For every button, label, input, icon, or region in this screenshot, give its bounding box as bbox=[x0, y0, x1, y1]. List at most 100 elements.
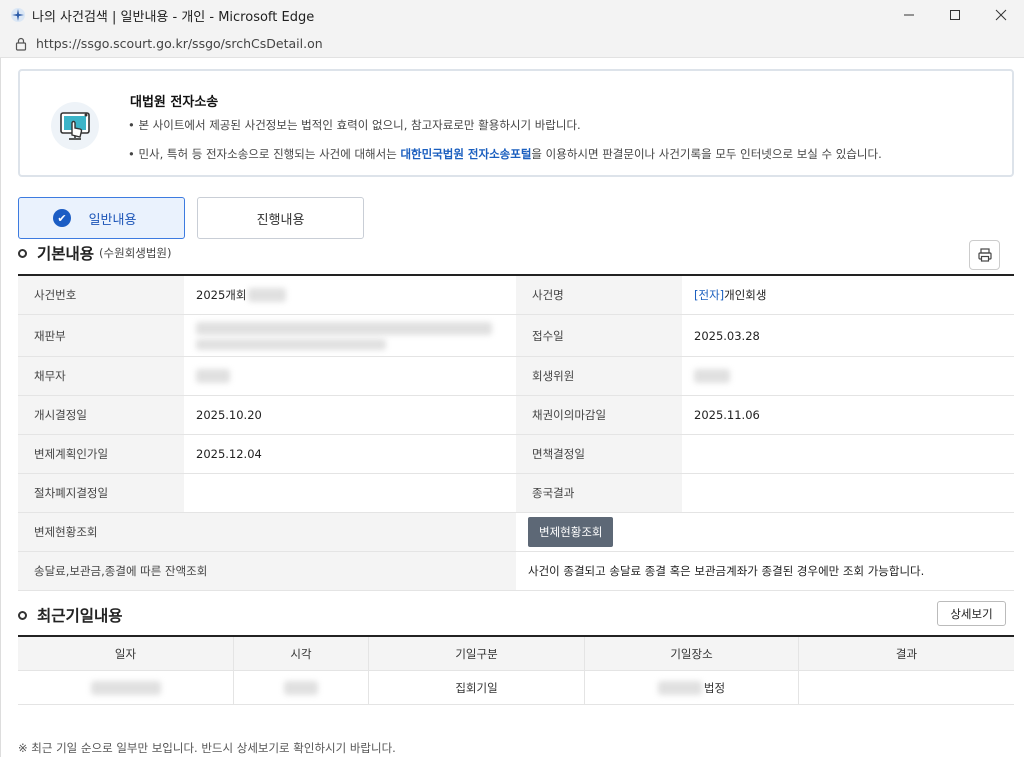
repayment-status-button[interactable]: 변제현황조회 bbox=[528, 517, 614, 547]
table-row: 송달료,보관금,종결에 따른 잔액조회 사건이 종결되고 송달료 종결 혹은 보… bbox=[18, 552, 1014, 591]
maximize-button[interactable] bbox=[932, 0, 978, 30]
table-row: 사건번호 2025개회 사건명 [전자] 개인회생 bbox=[18, 276, 1014, 315]
label-discharge-date: 면책결정일 bbox=[516, 435, 682, 473]
col-date: 일자 bbox=[18, 637, 234, 671]
value-court-division bbox=[184, 315, 516, 356]
lock-icon bbox=[15, 37, 27, 51]
basic-section-header: 기본내용 (수원회생법원) bbox=[18, 242, 172, 264]
recent-section-header: 최근기일내용 bbox=[18, 604, 123, 626]
tab-general[interactable]: ✔ 일반내용 bbox=[18, 197, 185, 239]
notice-title: 대법원 전자소송 bbox=[130, 95, 219, 110]
col-type: 기일구분 bbox=[369, 637, 585, 671]
value-case-number: 2025개회 bbox=[184, 276, 516, 314]
value-receipt-date: 2025.03.28 bbox=[682, 315, 1014, 356]
table-row: 집회기일 법정 bbox=[18, 671, 1014, 705]
value-balance-inquiry: 사건이 종결되고 송달료 종결 혹은 보관금계좌가 종결된 경우에만 조회 가능… bbox=[516, 552, 1014, 590]
redacted-block bbox=[657, 680, 702, 695]
value-debtor bbox=[184, 357, 516, 395]
label-commencement-date: 개시결정일 bbox=[18, 396, 184, 434]
redacted-block bbox=[90, 680, 161, 695]
check-circle-icon: ✔ bbox=[53, 209, 71, 227]
redacted-block bbox=[196, 369, 230, 383]
print-button[interactable] bbox=[969, 240, 1000, 270]
recent-section-title: 최근기일내용 bbox=[37, 607, 123, 625]
maximize-icon bbox=[950, 10, 960, 20]
cell-date bbox=[18, 671, 234, 705]
cell-result bbox=[799, 671, 1014, 705]
notice-line-2-post: 을 이용하시면 판결문이나 사건기록을 모두 인터넷으로 보실 수 있습니다. bbox=[531, 147, 882, 161]
redacted-block bbox=[284, 680, 318, 695]
minimize-button[interactable] bbox=[886, 0, 932, 30]
court-name: (수원회생법원) bbox=[99, 246, 172, 260]
label-repayment-status: 변제현황조회 bbox=[18, 513, 516, 551]
bullet-icon bbox=[18, 248, 27, 258]
value-commencement-date: 2025.10.20 bbox=[184, 396, 516, 434]
case-number-text: 2025개회 bbox=[196, 288, 247, 302]
tab-general-label: 일반내용 bbox=[88, 212, 137, 228]
table-row: 재판부 접수일 2025.03.28 bbox=[18, 315, 1014, 357]
value-discharge-date bbox=[682, 435, 1014, 473]
footnote: ※ 최근 기일 순으로 일부만 보입니다. 반드시 상세보기로 확인하시기 바랍… bbox=[18, 741, 396, 755]
table-row: 변제현황조회 변제현황조회 bbox=[18, 513, 1014, 552]
url-text[interactable]: https://ssgo.scourt.go.kr/ssgo/srchCsDet… bbox=[36, 36, 323, 51]
close-icon bbox=[995, 9, 1007, 21]
label-case-name: 사건명 bbox=[516, 276, 682, 314]
col-result: 결과 bbox=[799, 637, 1014, 671]
table-row: 변제계획인가일 2025.12.04 면책결정일 bbox=[18, 435, 1014, 474]
cell-type: 집회기일 bbox=[369, 671, 585, 705]
value-abolition-date bbox=[184, 474, 516, 512]
minimize-icon bbox=[904, 14, 914, 16]
table-row: 절차폐지결정일 종국결과 bbox=[18, 474, 1014, 513]
notice-line-2: • 민사, 특허 등 전자소송으로 진행되는 사건에 대해서는 대한민국법원 전… bbox=[128, 146, 882, 162]
basic-section-title: 기본내용 bbox=[37, 245, 95, 263]
value-objection-deadline: 2025.11.06 bbox=[682, 396, 1014, 434]
redacted-block bbox=[196, 338, 386, 350]
value-rehabilitation-commissioner bbox=[682, 357, 1014, 395]
col-place: 기일장소 bbox=[585, 637, 799, 671]
redacted-block bbox=[248, 288, 287, 302]
tab-progress-label: 진행내용 bbox=[256, 212, 305, 228]
value-case-name: [전자] 개인회생 bbox=[682, 276, 1014, 314]
label-receipt-date: 접수일 bbox=[516, 315, 682, 356]
place-suffix: 법정 bbox=[703, 680, 726, 695]
col-time: 시각 bbox=[234, 637, 369, 671]
table-row: 개시결정일 2025.10.20 채권이의마감일 2025.11.06 bbox=[18, 396, 1014, 435]
table-header-row: 일자 시각 기일구분 기일장소 결과 bbox=[18, 637, 1014, 671]
redacted-block bbox=[196, 321, 492, 335]
case-name-text: 개인회생 bbox=[724, 288, 767, 302]
page-content: 대법원 전자소송 • 본 사이트에서 제공된 사건정보는 법적인 효력이 없으니… bbox=[0, 58, 1024, 757]
value-repayment-status: 변제현황조회 bbox=[516, 513, 1014, 551]
bullet-icon bbox=[18, 610, 27, 620]
court-logo-icon bbox=[11, 8, 25, 22]
title-bar: 나의 사건검색 | 일반내용 - 개인 - Microsoft Edge bbox=[0, 0, 1024, 30]
browser-window: 나의 사건검색 | 일반내용 - 개인 - Microsoft Edge htt… bbox=[0, 0, 1024, 757]
notice-line-2-pre: • 민사, 특허 등 전자소송으로 진행되는 사건에 대해서는 bbox=[128, 147, 401, 161]
print-icon bbox=[977, 248, 992, 262]
label-final-result: 종국결과 bbox=[516, 474, 682, 512]
label-plan-approval-date: 변제계획인가일 bbox=[18, 435, 184, 473]
recent-hearings-table: 일자 시각 기일구분 기일장소 결과 집회기일 법정 bbox=[18, 635, 1014, 705]
notice-line-1: • 본 사이트에서 제공된 사건정보는 법적인 효력이 없으니, 참고자료로만 … bbox=[128, 118, 581, 132]
address-bar: https://ssgo.scourt.go.kr/ssgo/srchCsDet… bbox=[0, 30, 1024, 58]
tab-progress[interactable]: 진행내용 bbox=[197, 197, 364, 239]
label-court-division: 재판부 bbox=[18, 315, 184, 356]
window-title: 나의 사건검색 | 일반내용 - 개인 - Microsoft Edge bbox=[32, 9, 315, 25]
label-objection-deadline: 채권이의마감일 bbox=[516, 396, 682, 434]
cell-time bbox=[234, 671, 369, 705]
label-balance-inquiry: 송달료,보관금,종결에 따른 잔액조회 bbox=[18, 552, 516, 590]
detail-view-button[interactable]: 상세보기 bbox=[937, 601, 1006, 626]
value-final-result bbox=[682, 474, 1014, 512]
table-row: 채무자 회생위원 bbox=[18, 357, 1014, 396]
value-plan-approval-date: 2025.12.04 bbox=[184, 435, 516, 473]
label-debtor: 채무자 bbox=[18, 357, 184, 395]
label-abolition-date: 절차폐지결정일 bbox=[18, 474, 184, 512]
cell-place: 법정 bbox=[585, 671, 799, 705]
label-case-number: 사건번호 bbox=[18, 276, 184, 314]
redacted-block bbox=[694, 369, 730, 383]
basic-info-table: 사건번호 2025개회 사건명 [전자] 개인회생 재판부 접수일 2025.03 bbox=[18, 274, 1014, 591]
touch-monitor-icon bbox=[51, 102, 99, 150]
close-button[interactable] bbox=[978, 0, 1024, 30]
window-controls bbox=[886, 0, 1024, 30]
notice-box: 대법원 전자소송 • 본 사이트에서 제공된 사건정보는 법적인 효력이 없으니… bbox=[18, 69, 1014, 177]
e-litigation-portal-link[interactable]: 대한민국법원 전자소송포털 bbox=[400, 147, 531, 161]
